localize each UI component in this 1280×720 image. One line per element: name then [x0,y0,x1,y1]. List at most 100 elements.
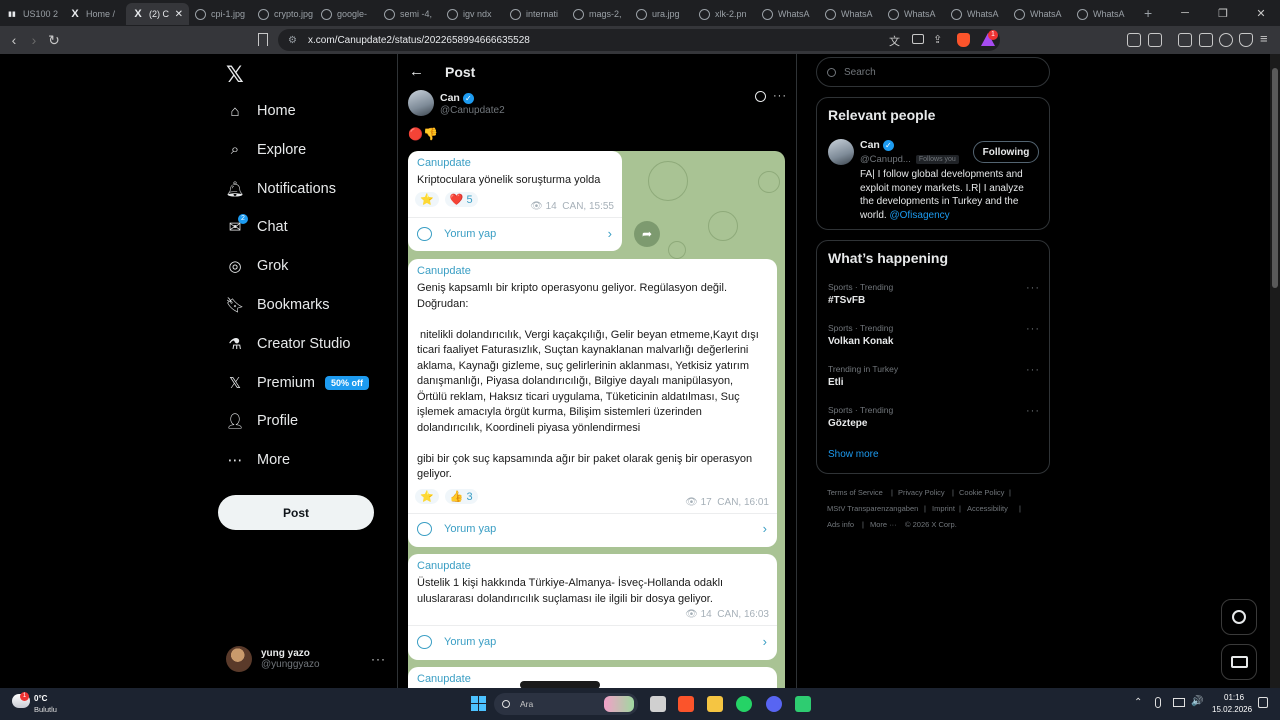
account-switcher[interactable]: yung yazo @yunggyazo ··· [226,644,386,674]
app-icon[interactable] [795,696,811,712]
author-handle[interactable]: @Canupdate2 [440,105,505,116]
reaction-chip[interactable]: ⭐ [415,192,439,207]
trend-more-icon[interactable]: ··· [1026,364,1040,376]
notification-icon[interactable] [1258,697,1268,708]
new-tab-button[interactable]: + [1144,5,1152,21]
start-button[interactable] [471,696,486,711]
browser-tab[interactable]: xlk-2.pn [693,3,756,25]
trend-item[interactable]: Trending in Turkey Etli ··· [828,364,1040,388]
share-icon[interactable]: ⇪ [933,33,942,46]
trend-more-icon[interactable]: ··· [1026,282,1040,294]
bookmark-page-icon[interactable] [258,33,268,46]
nav-item-bookmarks[interactable]: 🔖︎ Bookmarks [225,290,329,320]
footer-link[interactable]: Terms of Service [827,488,883,497]
nav-item-profile[interactable]: 👤︎ Profile [225,406,298,436]
back-button[interactable]: ‹ [4,32,24,48]
browser-tab[interactable]: google- [315,3,378,25]
browser-tab[interactable]: semi -4, [378,3,441,25]
footer-link[interactable]: Imprint [932,504,955,513]
tray-overflow-icon[interactable]: ⌃ [1134,697,1142,708]
browser-tab[interactable]: internati [504,3,567,25]
restore-button[interactable]: ❐ [1204,7,1242,20]
browser-tab[interactable]: mags-2, [567,3,630,25]
close-window-button[interactable]: ✕ [1242,7,1280,20]
wallet-icon[interactable] [1199,33,1213,47]
comment-button[interactable]: Yorum yap [417,522,496,536]
x-logo-icon[interactable]: 𝕏 [226,62,244,88]
browser-tab[interactable]: cpi-1.jpg [189,3,252,25]
reaction-chip[interactable]: ❤️ 5 [444,192,478,207]
brave-browser-icon[interactable] [678,696,694,712]
following-button[interactable]: Following [973,141,1039,163]
close-tab-icon[interactable]: ✕ [175,9,183,20]
whatsapp-icon[interactable] [736,696,752,712]
nav-item-home[interactable]: ⌂ Home [226,96,295,126]
browser-tab[interactable]: ▮▮ US100 2 [0,3,63,25]
grok-fab-button[interactable] [1221,599,1257,635]
volume-icon[interactable]: 🔊 [1191,696,1203,707]
person-name[interactable]: Can [860,139,880,151]
comment-button[interactable]: Yorum yap [417,227,496,241]
sidebar-panel-icon[interactable] [1148,33,1162,47]
clock-time[interactable]: 01:16 [1224,693,1244,702]
grok-explain-icon[interactable] [755,91,766,102]
discord-icon[interactable] [766,696,782,712]
bio-mention-link[interactable]: @Ofisagency [889,210,949,221]
trend-more-icon[interactable]: ··· [1026,323,1040,335]
browser-tab[interactable]: ura.jpg [630,3,693,25]
browser-tab[interactable]: WhatsA [882,3,945,25]
browser-tab[interactable]: WhatsA [1008,3,1071,25]
author-name[interactable]: Can [440,92,460,104]
search-input[interactable]: Search [816,57,1050,87]
nav-item-explore[interactable]: ⌕ Explore [226,135,306,165]
post-image-telegram-screenshot[interactable]: ➦ Canupdate Kriptoculara yönelik soruştu… [408,151,785,688]
scrollbar-thumb[interactable] [1272,68,1278,288]
taskbar-search-input[interactable]: Ara [494,693,638,715]
browser-tab[interactable]: WhatsA [1071,3,1134,25]
menu-icon[interactable]: ≡ [1260,31,1268,46]
forward-icon[interactable]: ➦ [634,221,660,247]
weather-temp[interactable]: 0°C [34,694,47,703]
browser-tab[interactable]: X Home / [63,3,126,25]
footer-link[interactable]: MStV Transparenzangaben [827,504,918,513]
compose-post-button[interactable]: Post [218,495,374,530]
clock-date[interactable]: 15.02.2026 [1212,705,1252,714]
trend-item[interactable]: Sports · Trending Göztepe ··· [828,405,1040,429]
browser-tab[interactable]: crypto.jpg [252,3,315,25]
footer-link[interactable]: Privacy Policy [898,488,945,497]
footer-link[interactable]: More ··· [870,520,897,529]
microphone-icon[interactable] [1155,697,1161,708]
show-more-link[interactable]: Show more [828,449,879,460]
nav-item-more[interactable]: ⋯ More [226,445,291,475]
browser-tab[interactable]: WhatsA [756,3,819,25]
nav-item-creator-studio[interactable]: ⚗ Creator Studio [226,329,350,359]
split-view-icon[interactable] [1178,33,1192,47]
browser-tab[interactable]: igv ndx [441,3,504,25]
cast-icon[interactable] [912,34,924,44]
site-info-icon[interactable]: ⚙ [288,35,302,46]
reaction-chip[interactable]: 👍 3 [444,489,478,504]
trend-item[interactable]: Sports · Trending #TSvFB ··· [828,282,1040,306]
nav-item-notifications[interactable]: 🔔︎ Notifications [225,174,336,204]
author-avatar[interactable] [408,90,434,116]
translate-icon[interactable]: 文 [889,33,900,49]
extensions-icon[interactable] [1127,33,1141,47]
vpn-shield-icon[interactable] [1239,33,1253,47]
brave-shield-icon[interactable] [957,33,970,47]
minimize-button[interactable]: ─ [1166,7,1204,19]
reaction-chip[interactable]: ⭐ [415,489,439,504]
network-icon[interactable] [1173,698,1185,707]
person-avatar[interactable] [828,139,854,165]
trend-more-icon[interactable]: ··· [1026,405,1040,417]
nav-item-grok[interactable]: ◎ Grok [226,251,288,281]
forward-button[interactable]: › [24,32,44,48]
leo-ai-icon[interactable] [1219,33,1233,47]
browser-tab[interactable]: X (2) C ✕ [126,3,189,25]
file-explorer-icon[interactable] [707,696,723,712]
footer-link[interactable]: Ads info [827,520,854,529]
messages-fab-button[interactable] [1221,644,1257,680]
trend-item[interactable]: Sports · Trending Volkan Konak ··· [828,323,1040,347]
task-view-icon[interactable] [650,696,666,712]
footer-link[interactable]: Cookie Policy [959,488,1004,497]
back-arrow-icon[interactable]: ← [409,63,424,80]
